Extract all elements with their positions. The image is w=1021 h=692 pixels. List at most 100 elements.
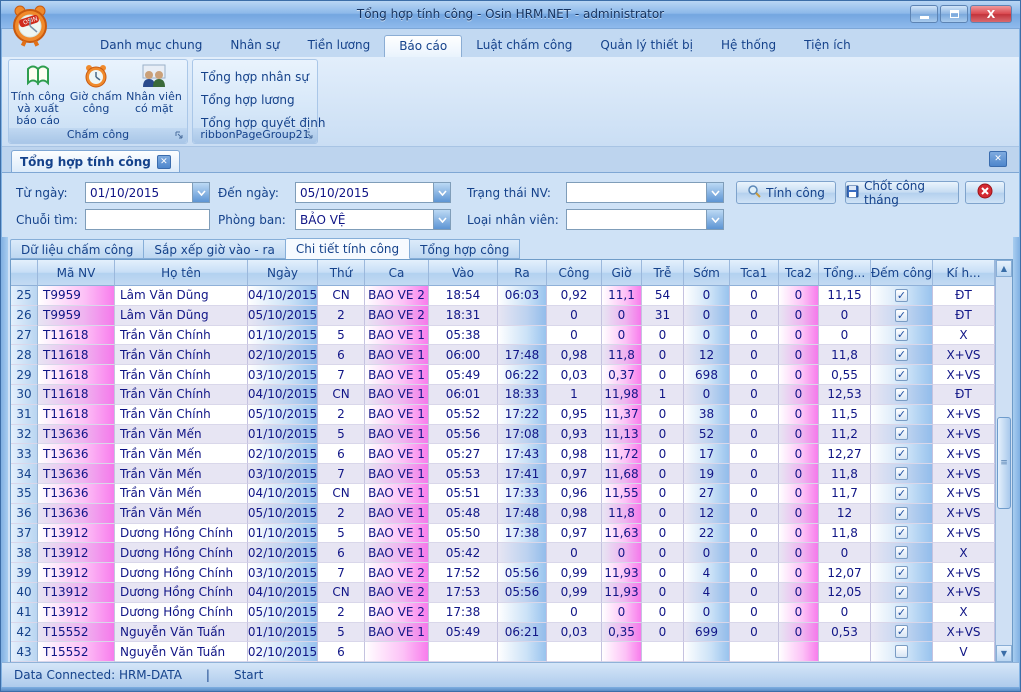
ribbon-tab[interactable]: Nhân sự [216,35,293,57]
grid-cell-tca2[interactable]: 0 [779,405,819,425]
grid-cell-tong[interactable]: 0 [819,603,871,623]
grid-cell-ma-nv[interactable]: T13912 [38,583,115,603]
column-header-tong[interactable]: Tổng... [819,260,871,286]
grid-cell-ho-ten[interactable]: Trần Văn Chính [115,345,248,365]
grid-cell-thu[interactable]: 2 [318,405,365,425]
grid-cell-tca2[interactable]: 0 [779,444,819,464]
grid-cell-ho-ten[interactable]: Trần Văn Mến [115,504,248,524]
column-header-ki-hieu[interactable]: Kí h... [933,260,995,286]
grid-cell-tong[interactable]: 11,5 [819,405,871,425]
grid-cell-cong[interactable]: 0,98 [547,444,602,464]
grid-cell-cong[interactable]: 0,03 [547,623,602,643]
loai-nhan-vien-combo[interactable] [566,209,724,230]
grid-cell-ma-nv[interactable]: T13636 [38,504,115,524]
grid-cell-ho-ten[interactable]: Trần Văn Mến [115,425,248,445]
tu-ngay-combo[interactable]: 01/10/2015 [85,182,210,203]
grid-cell-cong[interactable]: 0,03 [547,365,602,385]
grid-cell-ki-hieu[interactable]: ĐT [933,306,995,326]
grid-cell-ngay[interactable]: 01/10/2015 [248,623,318,643]
grid-cell-tca1[interactable]: 0 [730,603,779,623]
grid-cell-tca1[interactable]: 0 [730,425,779,445]
grid-cell-tong[interactable]: 11,15 [819,286,871,306]
grid-cell-tong[interactable] [819,642,871,662]
grid-cell-som[interactable]: 0 [684,543,730,563]
grid-cell-thu[interactable]: 5 [318,524,365,544]
grid-cell-ki-hieu[interactable]: X+VS [933,405,995,425]
ribbon-tab[interactable]: Tiền lương [294,35,385,57]
grid-cell-ma-nv[interactable]: T13912 [38,563,115,583]
document-tab-close-icon[interactable]: ✕ [157,155,171,169]
row-number[interactable]: 37 [11,524,38,544]
grid-cell-vao[interactable]: 17:53 [429,583,498,603]
grid-cell-ki-hieu[interactable]: X+VS [933,365,995,385]
dem-cong-checkbox[interactable]: ✓ [895,487,908,500]
grid-cell-cong[interactable]: 0 [547,603,602,623]
grid-cell-thu[interactable]: 6 [318,642,365,662]
grid-cell-ki-hieu[interactable]: ĐT [933,286,995,306]
column-header-vao[interactable]: Vào [429,260,498,286]
grid-cell-ra[interactable]: 17:48 [498,345,547,365]
grid-cell-cong[interactable]: 0 [547,306,602,326]
grid-cell-ra[interactable]: 06:03 [498,286,547,306]
vertical-scrollbar[interactable]: ▲ ≡ ▼ [995,260,1012,662]
grid-cell-thu[interactable]: CN [318,286,365,306]
grid-cell-ngay[interactable]: 01/10/2015 [248,425,318,445]
grid-cell-ca[interactable]: BAO VE 2 [365,306,429,326]
grid-cell-tca1[interactable]: 0 [730,306,779,326]
grid-cell-tca1[interactable]: 0 [730,444,779,464]
grid-cell-tca1[interactable]: 0 [730,563,779,583]
grid-cell-ngay[interactable]: 05/10/2015 [248,306,318,326]
trang-thai-combo[interactable] [566,182,724,203]
grid-cell-ca[interactable]: BAO VE 1 [365,543,429,563]
grid-cell-ca[interactable]: BAO VE 1 [365,345,429,365]
grid-cell-cong[interactable]: 0,93 [547,425,602,445]
grid-cell-tca2[interactable]: 0 [779,484,819,504]
dem-cong-checkbox[interactable]: ✓ [895,586,908,599]
grid-cell-ki-hieu[interactable]: X [933,603,995,623]
tinh-cong-button[interactable]: Tính công [736,181,836,204]
maximize-button[interactable] [940,5,968,23]
grid-cell-vao[interactable]: 05:49 [429,623,498,643]
grid-cell-ki-hieu[interactable]: X+VS [933,623,995,643]
dem-cong-checkbox[interactable]: ✓ [895,507,908,520]
dem-cong-checkbox[interactable]: ✓ [895,408,908,421]
grid-cell-gio[interactable]: 11,8 [602,345,642,365]
grid-cell-ca[interactable]: BAO VE 1 [365,504,429,524]
grid-cell-ca[interactable]: BAO VE 1 [365,326,429,346]
grid-cell-gio[interactable]: 11,8 [602,504,642,524]
view-tab[interactable]: Tổng hợp công [410,239,520,259]
grid-cell-tca2[interactable]: 0 [779,345,819,365]
grid-cell-ki-hieu[interactable]: X+VS [933,444,995,464]
grid-cell-ngay[interactable]: 03/10/2015 [248,563,318,583]
ribbon-tab[interactable]: Danh mục chung [86,35,216,57]
grid-cell-tre[interactable]: 0 [642,603,684,623]
grid-cell-ki-hieu[interactable]: V [933,642,995,662]
grid-cell-tca1[interactable]: 0 [730,524,779,544]
grid-cell-tca1[interactable]: 0 [730,326,779,346]
grid-cell-vao[interactable]: 05:48 [429,504,498,524]
column-header-rownum[interactable] [11,260,38,286]
grid-cell-gio[interactable]: 11,93 [602,563,642,583]
grid-cell-tre[interactable]: 0 [642,563,684,583]
grid-cell-som[interactable]: 4 [684,583,730,603]
grid-cell-tca2[interactable]: 0 [779,385,819,405]
grid-cell-tca2[interactable]: 0 [779,464,819,484]
grid-cell-ca[interactable]: BAO VE 1 [365,464,429,484]
grid-cell-gio[interactable]: 11,55 [602,484,642,504]
chevron-down-icon[interactable] [433,183,450,202]
grid-cell-ki-hieu[interactable]: X+VS [933,484,995,504]
column-header-thu[interactable]: Thứ [318,260,365,286]
grid-cell-tca1[interactable]: 0 [730,405,779,425]
document-tab[interactable]: Tổng hợp tính công ✕ [11,150,180,172]
grid-cell-thu[interactable]: 5 [318,623,365,643]
grid-cell-ma-nv[interactable]: T13912 [38,603,115,623]
grid-cell-thu[interactable]: 2 [318,603,365,623]
grid-cell-som[interactable]: 12 [684,345,730,365]
grid-cell-thu[interactable]: 6 [318,444,365,464]
grid-cell-som[interactable]: 17 [684,444,730,464]
grid-cell-cong[interactable]: 0 [547,326,602,346]
grid-cell-cong[interactable]: 0,97 [547,464,602,484]
grid-cell-ra[interactable]: 17:08 [498,425,547,445]
ribbon-tab[interactable]: Tiện ích [790,35,865,57]
grid-cell-ho-ten[interactable]: Dương Hồng Chính [115,563,248,583]
